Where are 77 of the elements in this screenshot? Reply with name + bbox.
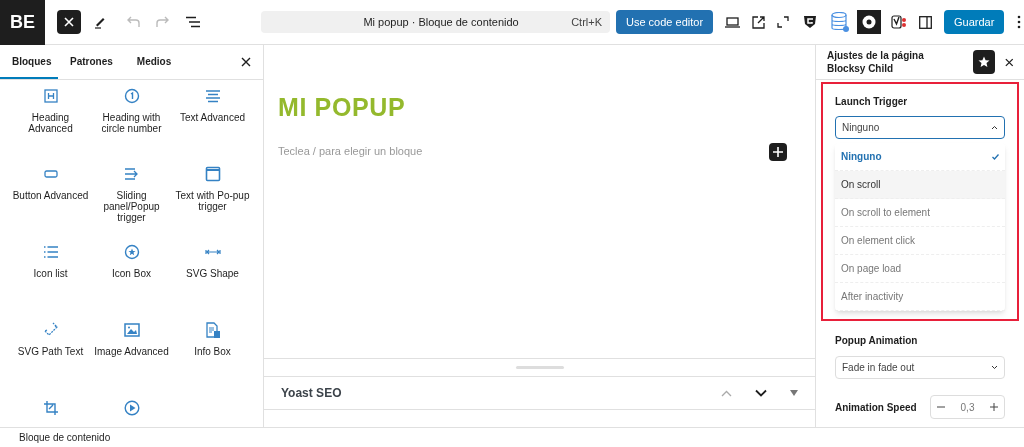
save-button[interactable]: Guardar [944,10,1005,34]
plus-icon[interactable] [990,403,998,411]
number-stepper[interactable]: 0,3 [930,395,1005,419]
heading-icon[interactable] [42,88,59,104]
shortcut-hint: Ctrl+K [571,14,603,30]
list-view-icon[interactable] [185,16,201,28]
laptop-icon[interactable] [725,16,741,28]
close-icon[interactable] [1005,57,1014,67]
chevron-up-icon[interactable] [721,389,732,397]
block-label[interactable]: Icon Box [92,268,171,279]
stepper-value: 0,3 [960,400,975,415]
popup-animation-select[interactable]: Fade in fade out [835,356,1005,379]
external-link-icon[interactable] [752,15,766,29]
numbered-circle-icon[interactable] [123,88,140,104]
shield-icon[interactable] [803,15,818,29]
image-icon[interactable] [123,322,140,338]
add-block-button[interactable] [769,142,787,161]
star-icon [978,56,991,68]
dropdown-option[interactable]: On page load [835,255,1005,283]
dropdown-option[interactable]: After inactivity [835,283,1005,311]
command-bar[interactable]: Mi popup · Bloque de contenido Ctrl+K [261,11,610,33]
sidebar-toggle-icon[interactable] [919,15,933,29]
field-label: Animation Speed [835,400,918,415]
document-icon[interactable] [204,322,221,338]
breadcrumb[interactable]: Bloque de contenido [19,430,111,445]
block-label[interactable]: Sliding panel/Popup trigger [92,190,171,223]
window-icon[interactable] [204,166,221,182]
inserter-tab[interactable]: Bloques [0,45,58,79]
pin-button[interactable] [972,50,996,74]
list-icon[interactable] [42,244,59,260]
site-logo[interactable]: BE [0,0,45,45]
page-heading: MI POPUP [278,92,407,123]
chevron-down-icon[interactable] [755,389,767,397]
fullscreen-icon[interactable] [777,16,790,28]
caret-down-icon[interactable] [790,390,798,396]
close-button[interactable] [57,10,81,34]
block-label[interactable]: Info Box [173,346,252,357]
code-editor-button[interactable]: Use code editor [616,10,714,34]
panel-title: Yoast SEO [281,385,343,402]
inserter-tab[interactable]: Medios [124,45,184,79]
block-label[interactable]: SVG Shape [173,268,252,279]
block-label[interactable]: Heading Advanced [11,112,90,134]
dropdown-option[interactable]: On scroll [835,171,1005,199]
b-logo-icon[interactable] [857,10,882,34]
block-label[interactable]: Image Advanced [92,346,171,357]
plus-icon [773,146,783,157]
block-label[interactable]: SVG Path Text [11,346,90,357]
field-label: Popup Animation [835,334,919,348]
panel-title: Ajustes de la página Blocksy Child [827,49,925,75]
block-label[interactable]: Button Advanced [11,190,90,201]
database-icon[interactable] [831,12,850,32]
text-lines-icon[interactable] [204,88,221,104]
play-icon[interactable] [123,400,140,416]
star-circle-icon[interactable] [123,244,140,260]
block-label[interactable]: Heading with circle number [92,112,171,134]
inserter-tab[interactable]: Patrones [58,45,125,79]
chevron-down-icon [991,365,998,370]
dashed-path-icon[interactable] [42,322,59,338]
pen-icon[interactable] [93,15,107,29]
block-label[interactable]: Text Advanced [173,112,252,123]
launch-trigger-select[interactable]: Ninguno [835,116,1005,139]
block-label[interactable]: Icon list [11,268,90,279]
close-icon[interactable] [241,57,251,67]
arrow-lines-icon[interactable] [123,166,140,182]
block-label[interactable]: Text with Po-pup trigger [173,190,252,212]
command-bar-title: Mi popup · Bloque de contenido [362,14,520,30]
minus-icon[interactable] [937,403,945,411]
dropdown-option[interactable]: On scroll to element [835,199,1005,227]
chevron-up-icon [991,125,998,130]
crop-icon[interactable] [42,400,59,416]
yoast-icon[interactable] [891,14,908,30]
check-icon [992,153,999,160]
resize-handle[interactable] [515,366,564,369]
more-options-icon[interactable] [1017,15,1022,29]
field-label: Launch Trigger [835,95,909,109]
dropdown-option[interactable]: On element click [835,227,1005,255]
close-icon [64,17,74,27]
